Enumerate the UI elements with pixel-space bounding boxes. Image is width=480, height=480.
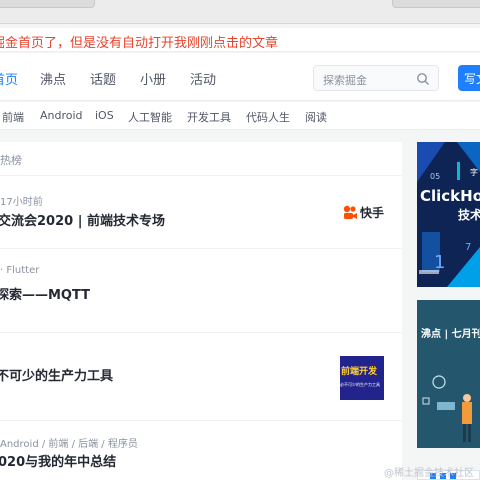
annotation-text: 掘金首页了，但是没有自动打开我刚刚点击的文章: [0, 36, 279, 51]
search-input[interactable]: 探索掘金: [313, 65, 439, 91]
item-thumb-text: 前端开发: [341, 367, 378, 377]
sidebar-banner-pins[interactable]: 沸点 | 七月刊: [417, 300, 480, 448]
item-thumbnail[interactable]: 前端开发 必不可少的生产力工具: [340, 356, 384, 400]
nav-topics[interactable]: 话题: [90, 69, 116, 88]
browser-top-strip: [0, 0, 480, 24]
browser-tab-left[interactable]: [0, 0, 95, 8]
item-meta: Android / 前端 / 后端 / 程序员: [0, 439, 138, 450]
kuaishou-logo-icon: [343, 205, 357, 219]
nav-events[interactable]: 活动: [190, 69, 216, 88]
site-header: 首页 沸点 话题 小册 活动 探索掘金 写文章: [0, 53, 480, 101]
category-bar: 前端 Android iOS 人工智能 开发工具 代码人生 阅读: [0, 102, 480, 130]
list-item[interactable]: · Flutter 探索——MQTT: [0, 249, 402, 333]
write-article-label: 写文章: [464, 72, 480, 86]
feed-header-label[interactable]: 热榜: [0, 152, 22, 168]
banner-number: 05: [430, 172, 441, 181]
banner-subtitle: 技术: [458, 208, 480, 222]
item-meta: · Flutter: [0, 265, 40, 276]
banner-number: 7: [465, 242, 472, 253]
article-feed: 热榜 17小时前 交流会2020 | 前端技术专场 快手 · Flutter 探…: [0, 142, 402, 480]
category-code-life[interactable]: 代码人生: [246, 109, 290, 125]
list-item[interactable]: Android / 前端 / 后端 / 程序员 020与我的年中总结: [0, 421, 402, 480]
item-thumb-text: 快手: [360, 206, 385, 220]
annotation-banner: 掘金首页了，但是没有自动打开我刚刚点击的文章: [0, 28, 480, 52]
banner-illustration: [422, 375, 472, 442]
nav-books[interactable]: 小册: [140, 69, 166, 88]
item-thumb-subtext: 必不可少的生产力工具: [340, 382, 380, 387]
item-title[interactable]: 交流会2020 | 前端技术专场: [0, 210, 165, 229]
search-placeholder: 探索掘金: [323, 74, 367, 87]
category-reading[interactable]: 阅读: [305, 109, 327, 125]
category-devtools[interactable]: 开发工具: [187, 109, 231, 125]
banner-title: ClickHou: [420, 187, 480, 205]
banner-number: 1: [434, 252, 446, 273]
category-frontend[interactable]: 前端: [2, 109, 24, 125]
banner-small-text: 字: [470, 168, 478, 177]
item-title[interactable]: 探索——MQTT: [0, 284, 90, 303]
list-item[interactable]: 17小时前 交流会2020 | 前端技术专场 快手: [0, 177, 402, 249]
nav-home[interactable]: 首页: [0, 69, 18, 88]
feed-header: 热榜: [0, 142, 402, 176]
list-item[interactable]: 不可少的生产力工具 前端开发 必不可少的生产力工具: [0, 333, 402, 421]
item-thumbnail[interactable]: 快手: [342, 203, 386, 221]
browser-tab-right[interactable]: [392, 0, 480, 8]
category-ai[interactable]: 人工智能: [128, 109, 172, 125]
item-meta: 17小时前: [0, 197, 43, 208]
watermark-text: @稀土掘金技术社区: [384, 468, 474, 479]
item-title[interactable]: 不可少的生产力工具: [0, 365, 113, 384]
nav-pins[interactable]: 沸点: [40, 69, 66, 88]
item-title[interactable]: 020与我的年中总结: [0, 451, 116, 470]
category-android[interactable]: Android: [40, 109, 83, 122]
write-article-button[interactable]: 写文章: [458, 65, 480, 91]
search-icon[interactable]: [416, 72, 430, 86]
sidebar-banner-clickhouse[interactable]: 字 05 ClickHou 技术 1 7: [417, 142, 480, 287]
category-ios[interactable]: iOS: [95, 109, 114, 122]
